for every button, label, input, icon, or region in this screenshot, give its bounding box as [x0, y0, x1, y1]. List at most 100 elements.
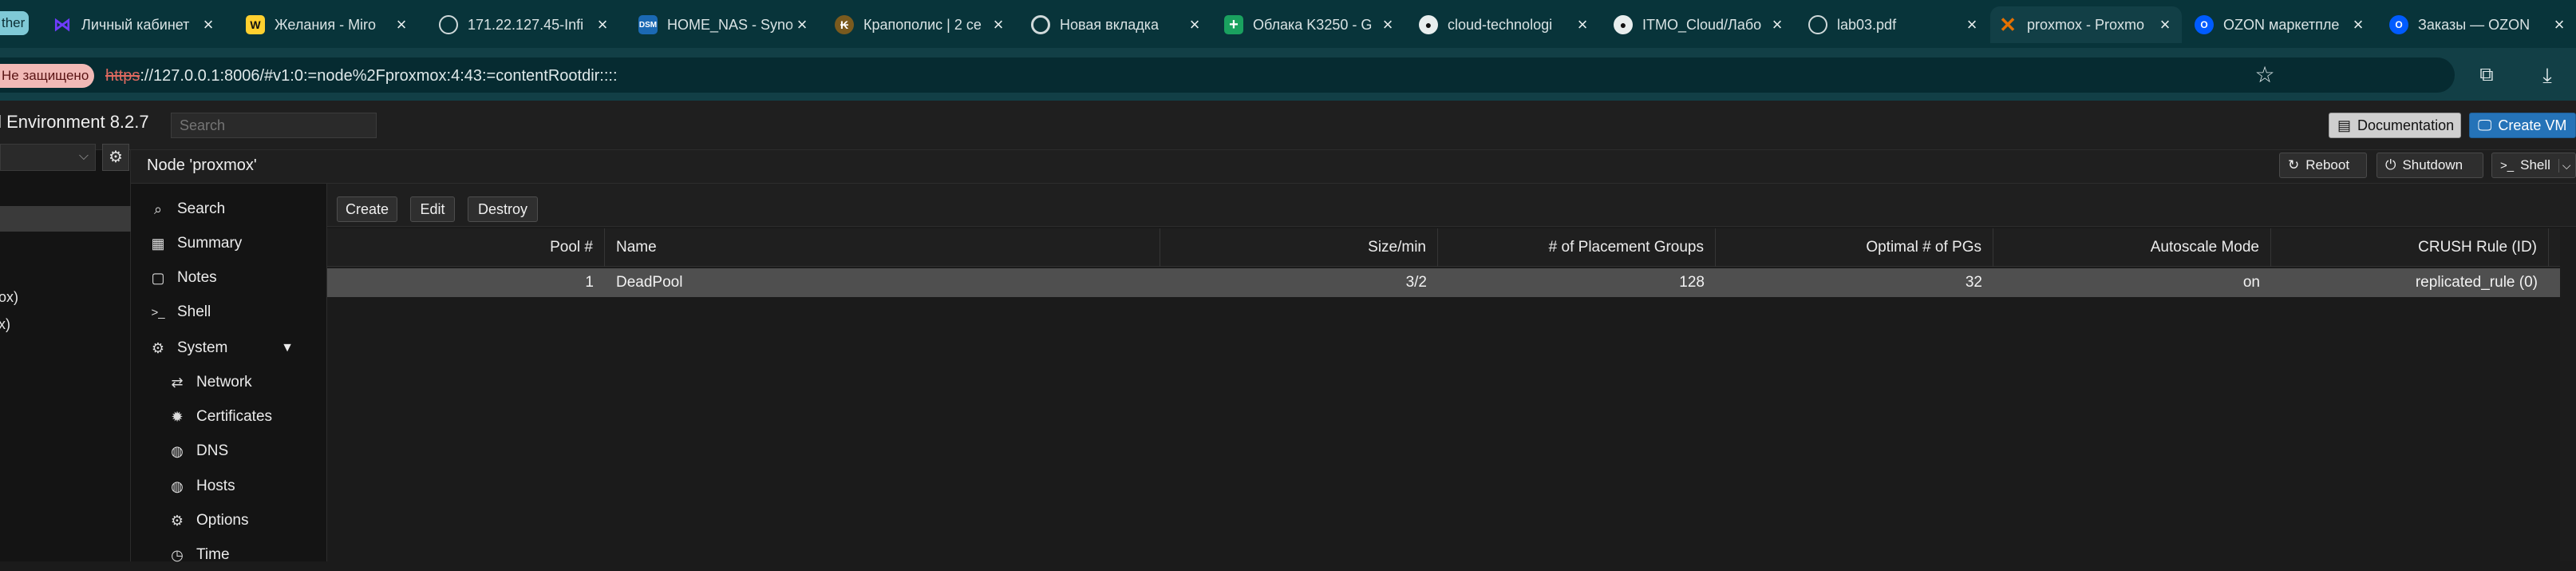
- menu-item-hosts[interactable]: ◍ Hosts: [131, 470, 327, 502]
- miro-logo-icon: W: [246, 15, 265, 34]
- url-scheme: https: [105, 67, 140, 85]
- menu-item-options[interactable]: ⚙ Options: [131, 505, 327, 537]
- menu-item-notes[interactable]: ▢ Notes: [131, 262, 327, 294]
- purple-m-logo-icon: ⋈: [53, 14, 71, 34]
- tab-ozon-marketplace[interactable]: O OZON маркетпле ×: [2187, 6, 2375, 43]
- column-header-autoscale-mode[interactable]: Autoscale Mode: [1993, 228, 2271, 267]
- column-header-crush-rule[interactable]: CRUSH Rule (ID): [2271, 228, 2549, 267]
- edit-button[interactable]: Edit: [410, 196, 455, 222]
- download-icon[interactable]: ⤓: [2531, 59, 2563, 91]
- menu-item-summary[interactable]: ▦ Summary: [131, 228, 327, 260]
- grid-scrollbar[interactable]: [2560, 228, 2576, 561]
- caret-down-icon[interactable]: ▼: [281, 341, 294, 355]
- dsm-logo-icon: DSM: [638, 15, 658, 34]
- column-header-pool-number[interactable]: Pool #: [327, 228, 605, 267]
- close-icon[interactable]: ×: [1377, 14, 1398, 35]
- pool-toolbar: [327, 184, 2576, 227]
- cell-autoscale-mode: on: [2242, 274, 2260, 291]
- create-button[interactable]: Create: [337, 196, 397, 222]
- search-input[interactable]: [171, 113, 377, 138]
- chevron-down-icon[interactable]: ⌵: [2558, 158, 2571, 172]
- tree-item[interactable]: x): [0, 316, 10, 333]
- tab-ip-address[interactable]: 171.22.127.45-Infi ×: [431, 6, 619, 43]
- cell-name: DeadPool: [616, 274, 683, 291]
- reboot-button[interactable]: ↻ Reboot: [2279, 153, 2367, 178]
- close-icon[interactable]: ×: [592, 14, 613, 35]
- power-icon: ⏻: [2385, 157, 2396, 172]
- cell-pool-number: 1: [585, 274, 594, 291]
- column-header-placement-groups[interactable]: # of Placement Groups: [1438, 228, 1716, 267]
- tab-lab03-pdf[interactable]: lab03.pdf ×: [1800, 6, 1989, 43]
- column-header-name[interactable]: Name: [605, 228, 1160, 267]
- cell-crush-rule: replicated_rule (0): [2415, 274, 2538, 291]
- close-icon[interactable]: ×: [1767, 14, 1788, 35]
- globe-icon: ◍: [171, 478, 184, 494]
- gear-icon: ⚙: [170, 512, 184, 529]
- coin-logo-icon: ₭: [835, 15, 854, 34]
- close-icon[interactable]: ×: [2348, 14, 2369, 35]
- cell-placement-groups: 128: [1679, 274, 1705, 291]
- book-icon: ▤: [2337, 117, 2352, 133]
- tab-krapopolis[interactable]: ₭ Крапополис | 2 се ×: [827, 6, 1015, 43]
- close-icon[interactable]: ×: [391, 14, 412, 35]
- menu-item-certificates[interactable]: ✹ Certificates: [131, 401, 327, 433]
- bookmark-star-icon[interactable]: ☆: [2249, 59, 2281, 91]
- view-selector[interactable]: ⌵: [0, 144, 96, 171]
- security-warning-chip[interactable]: Не защищено: [0, 64, 94, 88]
- tab-github-itmo[interactable]: ● ITMO_Cloud/Лабо ×: [1606, 6, 1794, 43]
- globe-icon: ◍: [171, 442, 184, 459]
- close-icon[interactable]: ×: [198, 14, 219, 35]
- tab-new-tab[interactable]: Новая вкладка ×: [1023, 6, 1211, 43]
- exchange-icon: ⇄: [171, 374, 184, 391]
- close-icon[interactable]: ×: [2155, 14, 2175, 35]
- gear-icon[interactable]: ⚙: [102, 144, 129, 171]
- tab-proxmox[interactable]: ✕ proxmox - Proxmo ×: [1990, 6, 2182, 43]
- menu-item-dns[interactable]: ◍ DNS: [131, 435, 327, 467]
- url-text[interactable]: https://127.0.0.1:8006/#v1:0:=node%2Fpro…: [105, 64, 618, 88]
- chrome-icon: [1031, 15, 1050, 34]
- column-header-size-min[interactable]: Size/min: [1160, 228, 1438, 267]
- close-icon[interactable]: ×: [2549, 14, 2570, 35]
- pve-product-title: Virtual Environment 8.2.7: [0, 112, 149, 132]
- url-path: ://127.0.0.1:8006/#v1:0:=node%2Fproxmox:…: [140, 67, 618, 85]
- shell-button[interactable]: >_ Shell ⌵: [2491, 153, 2576, 178]
- tab-personal-cabinet[interactable]: ⋈ Личный кабинет ×: [45, 6, 225, 43]
- github-icon: ●: [1614, 15, 1633, 34]
- tab-home-nas[interactable]: DSM HOME_NAS - Syno ×: [630, 6, 819, 43]
- close-icon[interactable]: ×: [988, 14, 1009, 35]
- tab-sheets[interactable]: + Облака K3250 - G ×: [1216, 6, 1405, 43]
- create-vm-button[interactable]: 🖵 Create VM: [2469, 113, 2576, 138]
- shutdown-button[interactable]: ⏻ Shutdown: [2376, 153, 2483, 178]
- tab-github-cloud[interactable]: ● cloud-technologi ×: [1411, 6, 1599, 43]
- close-icon[interactable]: ×: [1572, 14, 1593, 35]
- chevron-down-icon: ⌵: [78, 149, 89, 163]
- cell-size-min: 3/2: [1405, 274, 1427, 291]
- menu-item-system[interactable]: ⚙ System ▼: [131, 332, 327, 364]
- menu-item-time[interactable]: ◷ Time: [131, 539, 327, 571]
- monitor-icon: 🖵: [2478, 117, 2492, 133]
- search-icon: ⌕: [153, 200, 163, 217]
- documentation-button[interactable]: ▤ Documentation: [2329, 113, 2461, 138]
- close-icon[interactable]: ×: [1184, 14, 1205, 35]
- browser-tab-strip: ther ⋈ Личный кабинет × W Желания - Miro…: [0, 0, 2576, 48]
- close-icon[interactable]: ×: [1962, 14, 1982, 35]
- tree-item[interactable]: ox): [0, 289, 18, 306]
- menu-item-search[interactable]: ⌕ Search: [131, 193, 327, 225]
- terminal-icon: >_: [2500, 158, 2515, 172]
- cogs-icon: ⚙: [151, 339, 165, 356]
- extensions-icon[interactable]: ⧉: [2471, 59, 2503, 91]
- tab-miro[interactable]: W Желания - Miro ×: [238, 6, 418, 43]
- github-icon: ●: [1419, 15, 1438, 34]
- tab-ozon-orders[interactable]: O Заказы — OZON ×: [2381, 6, 2576, 43]
- node-title: Node 'proxmox': [147, 157, 257, 174]
- ozon-logo-icon: O: [2389, 15, 2408, 34]
- column-header-optimal-pgs[interactable]: Optimal # of PGs: [1716, 228, 1993, 267]
- menu-item-shell[interactable]: >_ Shell: [131, 296, 327, 328]
- menu-item-network[interactable]: ⇄ Network: [131, 367, 327, 399]
- clock-icon: ◷: [171, 546, 184, 563]
- tree-selected-row[interactable]: [0, 206, 131, 232]
- tab-weather[interactable]: ther: [0, 11, 29, 35]
- close-icon[interactable]: ×: [792, 14, 812, 35]
- content-header: [131, 150, 2576, 184]
- destroy-button[interactable]: Destroy: [468, 196, 538, 222]
